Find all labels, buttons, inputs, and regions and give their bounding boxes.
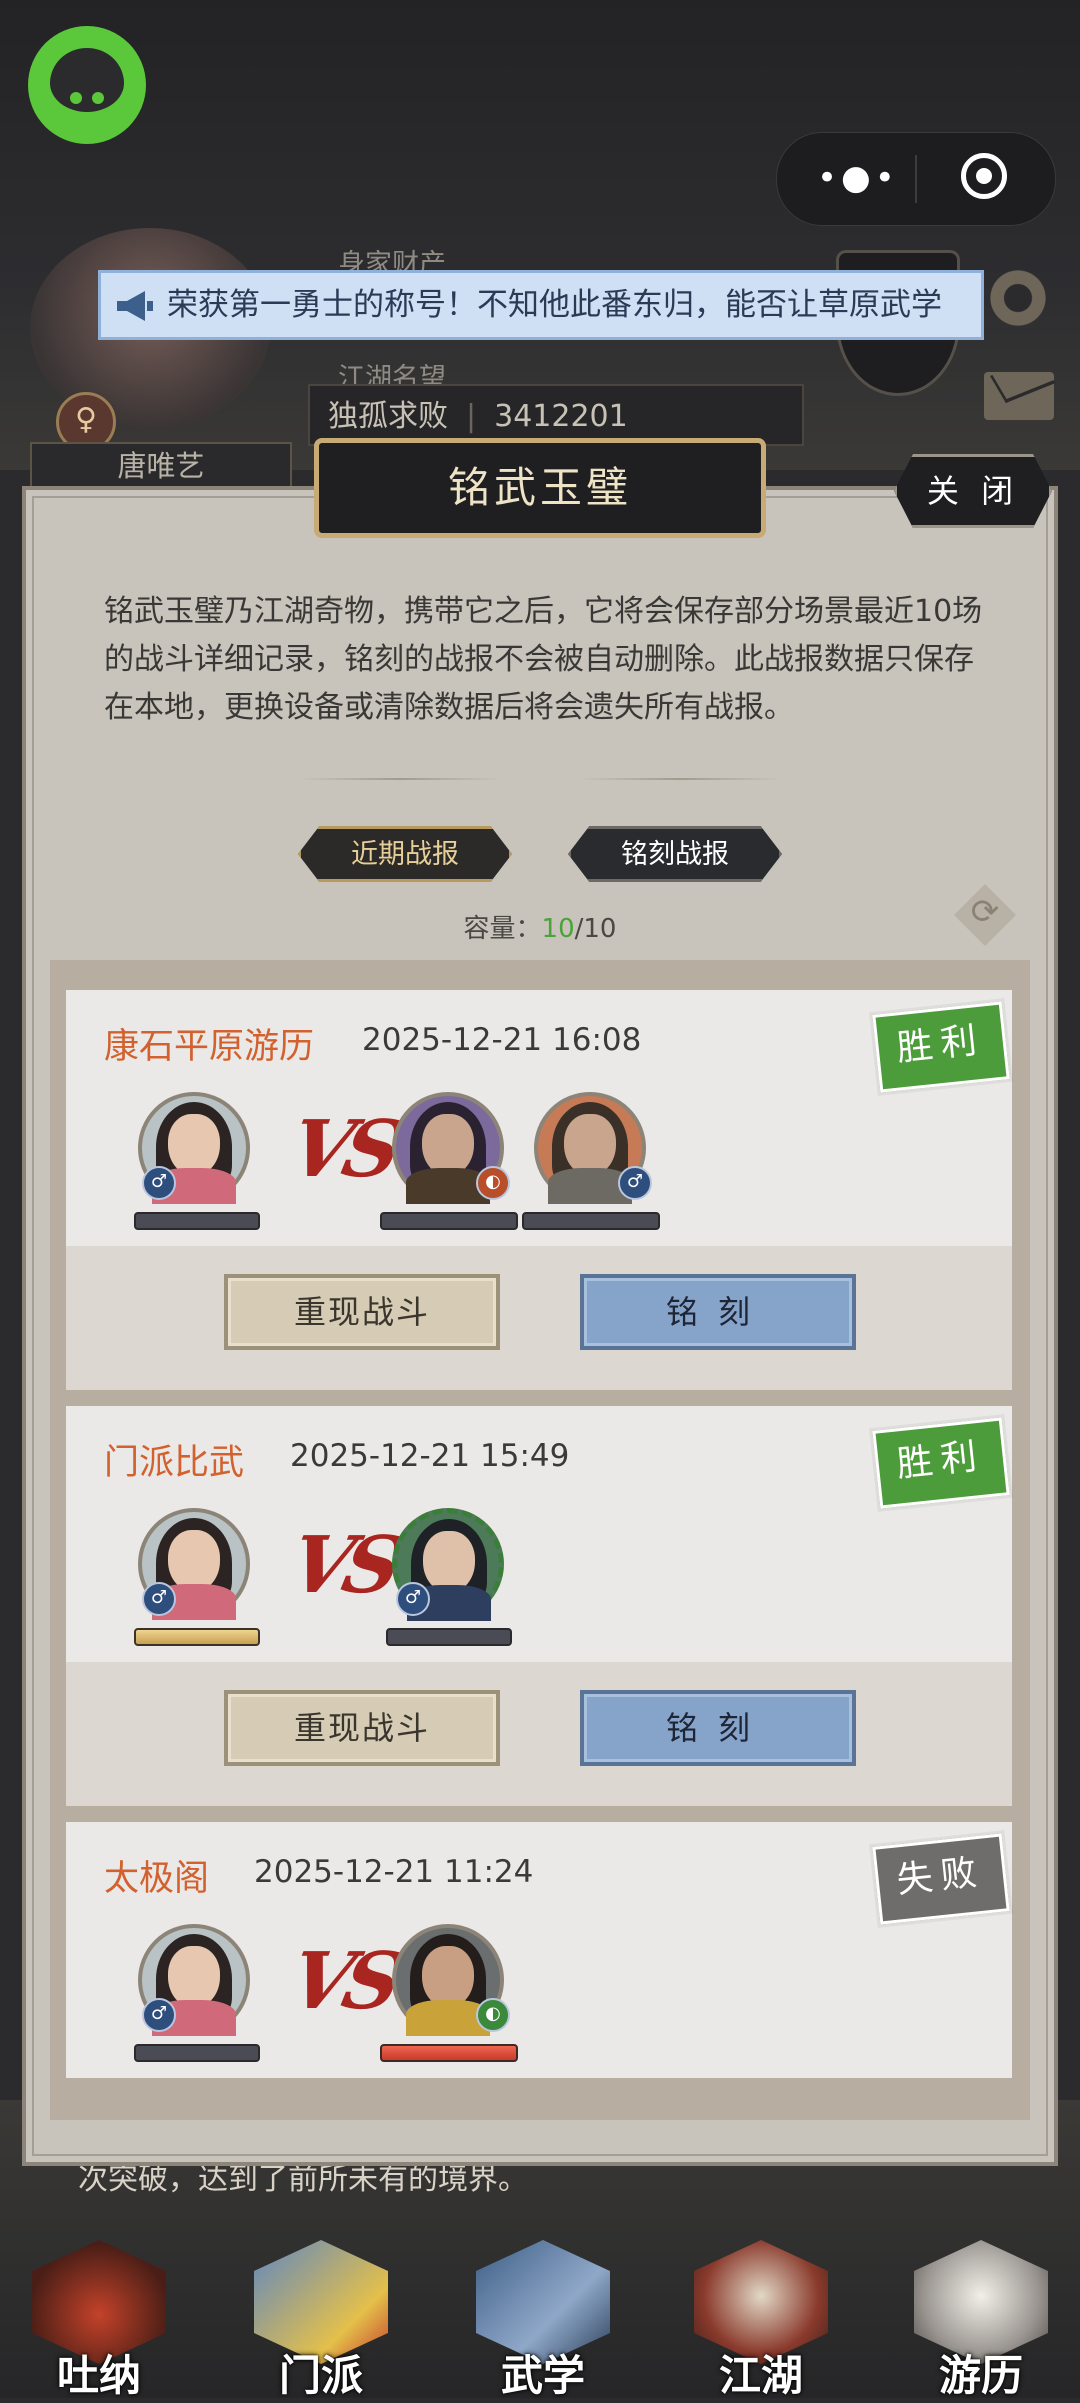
close-miniprogram-icon[interactable] <box>961 153 1007 199</box>
nav-label: 江湖 <box>718 2351 803 2400</box>
capacity-label: 容量： <box>463 914 542 944</box>
title-reputation-box: 独孤求败 | 3412201 <box>308 384 804 446</box>
capsule-divider <box>915 155 917 203</box>
record-summary: 太极阁 2025-12-21 11:24 失败 ♂ VS ◐ <box>66 1822 1012 2078</box>
record-actions: 重现战斗 铭刻 <box>66 1246 1012 1390</box>
result-badge: 胜利 <box>872 1417 1010 1509</box>
capacity-current: 10 <box>541 914 575 944</box>
nav-item-travel[interactable]: 游历 <box>906 2230 1056 2400</box>
wechat-logo-icon[interactable] <box>28 26 146 144</box>
male-icon: ♂ <box>142 1582 176 1616</box>
more-icon[interactable]: •●• <box>817 161 899 195</box>
nav-label: 门派 <box>278 2351 363 2400</box>
nav-label: 游历 <box>938 2351 1023 2400</box>
reputation-value: 3412201 <box>494 399 628 434</box>
engrave-button[interactable]: 铭刻 <box>580 1690 856 1766</box>
portrait-face <box>168 1946 220 2008</box>
record-actions: 重现战斗 铭刻 <box>66 1662 1012 1806</box>
player-hp-bar <box>134 1212 260 1230</box>
marquee-text: 荣获第一勇士的称号！不知他此番东归，能否让草原武学 <box>167 287 942 323</box>
megaphone-icon <box>117 291 153 321</box>
result-badge: 失败 <box>872 1833 1010 1925</box>
tab-engraved-reports[interactable]: 铭刻战报 <box>568 826 782 882</box>
player-hp-bar <box>134 2044 260 2062</box>
portrait-face <box>422 1946 474 2008</box>
vs-label: VS <box>282 1936 403 2027</box>
record-time: 2025-12-21 11:24 <box>254 1854 534 1890</box>
capacity-total: /10 <box>574 914 617 944</box>
nav-label: 武学 <box>500 2351 585 2400</box>
record-time: 2025-12-21 16:08 <box>362 1022 642 1058</box>
enemy-hp-bar <box>386 1628 512 1646</box>
player-hp-bar <box>134 1628 260 1646</box>
battle-record-card: 太极阁 2025-12-21 11:24 失败 ♂ VS ◐ <box>66 1822 1012 2078</box>
battle-record-card: 门派比武 2025-12-21 15:49 胜利 ♂ VS ♂ 重现战斗 铭刻 <box>66 1406 1012 1806</box>
player-title: 独孤求败 <box>328 399 448 434</box>
record-summary: 康石平原游历 2025-12-21 16:08 胜利 ♂ VS ◐ ♂ <box>66 990 1012 1246</box>
vs-label: VS <box>282 1520 403 1611</box>
dialog-title: 铭武玉璧 <box>314 438 766 538</box>
male-icon: ♂ <box>142 1166 176 1200</box>
record-location: 门派比武 <box>104 1443 245 1483</box>
player-name: 唐唯艺 <box>30 442 292 490</box>
record-time: 2025-12-21 15:49 <box>290 1438 570 1474</box>
male-icon: ♂ <box>142 1998 176 2032</box>
gear-icon[interactable] <box>986 266 1050 330</box>
nav-item-sect[interactable]: 门派 <box>246 2230 396 2400</box>
element-icon: ◐ <box>476 1998 510 2032</box>
record-location: 康石平原游历 <box>104 1027 315 1067</box>
enemy-hp-bar <box>380 2044 518 2062</box>
announcement-marquee: 荣获第一勇士的称号！不知他此番东归，能否让草原武学 <box>98 270 984 340</box>
divider-left <box>300 778 500 780</box>
portrait-face <box>168 1114 220 1176</box>
mail-icon[interactable] <box>984 372 1054 420</box>
male-icon: ♂ <box>618 1166 652 1200</box>
nav-label: 吐纳 <box>56 2351 141 2400</box>
replay-battle-button[interactable]: 重现战斗 <box>224 1274 500 1350</box>
record-location: 太极阁 <box>104 1859 210 1899</box>
replay-battle-button[interactable]: 重现战斗 <box>224 1690 500 1766</box>
record-summary: 门派比武 2025-12-21 15:49 胜利 ♂ VS ♂ <box>66 1406 1012 1662</box>
portrait-face <box>564 1114 616 1176</box>
tab-recent-reports[interactable]: 近期战报 <box>298 826 512 882</box>
nav-item-jianghu[interactable]: 江湖 <box>686 2230 836 2400</box>
miniprogram-capsule: •●• <box>776 132 1056 226</box>
engrave-button[interactable]: 铭刻 <box>580 1274 856 1350</box>
nav-item-martial[interactable]: 武学 <box>468 2230 618 2400</box>
divider-right <box>580 778 780 780</box>
capacity-indicator: 容量：10/10 <box>0 908 1080 945</box>
dialog-description: 铭武玉璧乃江湖奇物，携带它之后，它将会保存部分场景最近10场的战斗详细记录，铭刻… <box>104 594 983 725</box>
portrait-face <box>423 1531 475 1593</box>
enemy-hp-bar <box>380 1212 518 1230</box>
male-icon: ♂ <box>396 1582 430 1616</box>
battle-record-list[interactable]: 康石平原游历 2025-12-21 16:08 胜利 ♂ VS ◐ ♂ 重现战斗… <box>50 960 1030 2120</box>
portrait-face <box>168 1530 220 1592</box>
nav-item-breathing[interactable]: 吐纳 <box>24 2230 174 2400</box>
bottom-nav: 吐纳 门派 武学 江湖 游历 <box>0 2230 1080 2400</box>
battle-record-card: 康石平原游历 2025-12-21 16:08 胜利 ♂ VS ◐ ♂ 重现战斗… <box>66 990 1012 1390</box>
vs-label: VS <box>282 1104 403 1195</box>
enemy-hp-bar <box>522 1212 660 1230</box>
close-button[interactable]: 关 闭 <box>894 454 1052 528</box>
element-icon: ◐ <box>476 1166 510 1200</box>
portrait-face <box>422 1114 474 1176</box>
result-badge: 胜利 <box>872 1001 1010 1093</box>
